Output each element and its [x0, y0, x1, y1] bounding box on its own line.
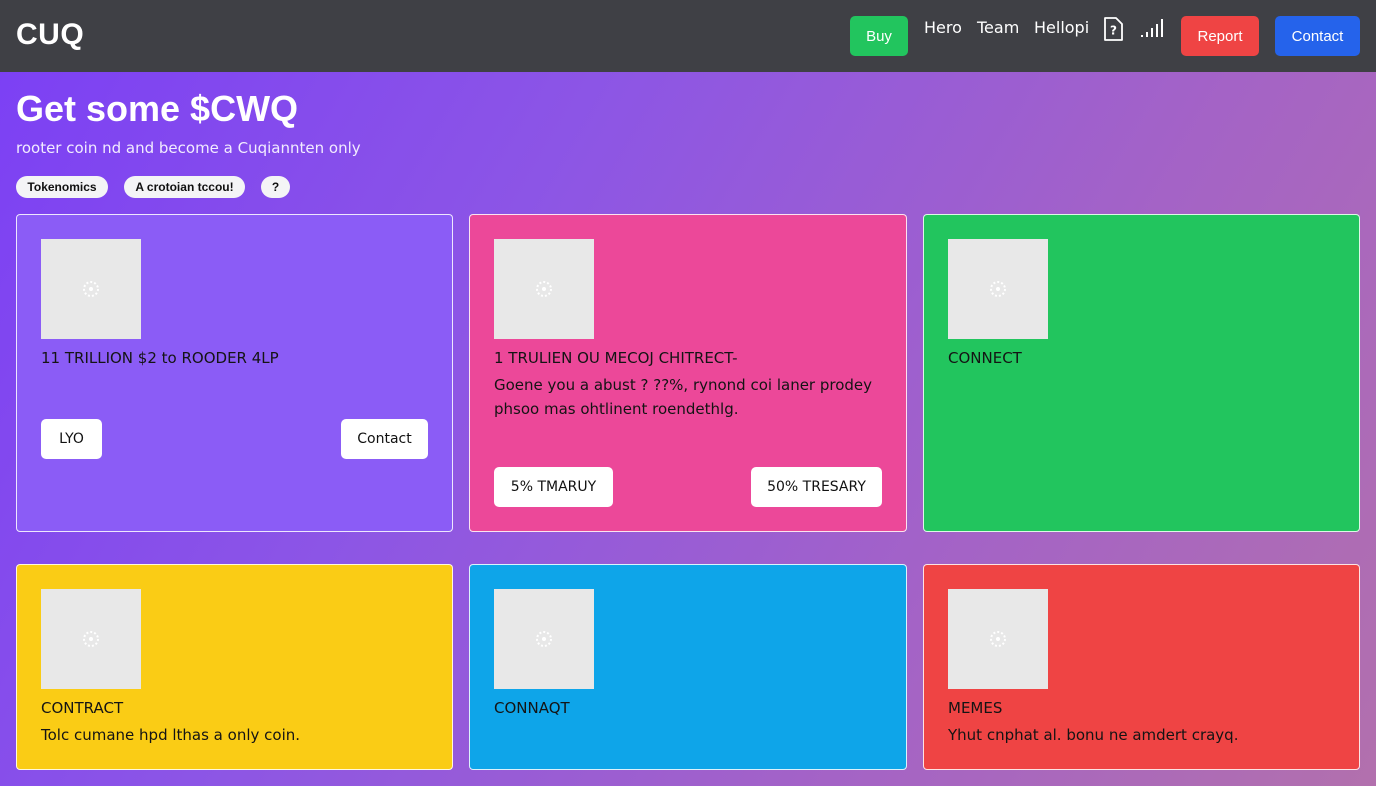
card-image — [948, 589, 1048, 689]
image-placeholder-icon — [990, 281, 1006, 297]
card-title: 1 TRULIEN OU MECOJ CHITRECT- — [494, 349, 738, 367]
card-contact-button[interactable]: Contact — [341, 419, 428, 459]
svg-text:?: ? — [1110, 24, 1117, 38]
site-logo[interactable]: CUQ — [16, 18, 84, 52]
pill-tokenomics[interactable]: Tokenomics — [16, 176, 108, 198]
card-title: CONNECT — [948, 349, 1022, 367]
tresary-button[interactable]: 50% TRESARY — [751, 467, 882, 507]
card-title: 11 TRILLION $2 to ROODER 4LP — [41, 349, 279, 367]
tmaruy-button[interactable]: 5% TMARUY — [494, 467, 613, 507]
card-image — [41, 589, 141, 689]
nav-link-team[interactable]: Team — [977, 18, 1019, 37]
image-placeholder-icon — [83, 281, 99, 297]
pill-crotoian[interactable]: A crotoian tccou! — [124, 176, 245, 198]
card-image — [494, 589, 594, 689]
report-button[interactable]: Report — [1181, 16, 1259, 56]
contact-button[interactable]: Contact — [1275, 16, 1360, 56]
card-trulien: 1 TRULIEN OU MECOJ CHITRECT- Goene you a… — [469, 214, 907, 532]
card-description: Goene you a abust ? ??%, rynond coi lane… — [494, 376, 873, 418]
card-connaqt: CONNAQT — [469, 564, 907, 770]
card-description: Yhut cnphat al. bonu ne amdert crayq. — [948, 726, 1239, 744]
card-description: Tolc cumane hpd lthas a only coin. — [41, 726, 301, 744]
image-placeholder-icon — [536, 281, 552, 297]
card-trillion: 11 TRILLION $2 to ROODER 4LP LYO Contact — [16, 214, 453, 532]
card-image — [41, 239, 141, 339]
card-title: CONTRACT — [41, 699, 124, 717]
card-title: MEMES — [948, 699, 1003, 717]
card-title: CONNAQT — [494, 699, 570, 717]
card-connect: CONNECT — [923, 214, 1360, 532]
nav-link-hellopi[interactable]: Hellopi — [1034, 18, 1089, 37]
document-question-icon[interactable]: ? — [1102, 17, 1124, 41]
nav-link-hero[interactable]: Hero — [924, 18, 962, 37]
card-image — [948, 239, 1048, 339]
hero-subtitle: rooter coin nd and become a Cuqiannten o… — [16, 139, 361, 157]
image-placeholder-icon — [536, 631, 552, 647]
card-memes: MEMES Yhut cnphat al. bonu ne amdert cra… — [923, 564, 1360, 770]
pill-question[interactable]: ? — [261, 176, 290, 198]
buy-button[interactable]: Buy — [850, 16, 908, 56]
card-contract: CONTRACT Tolc cumane hpd lthas a only co… — [16, 564, 453, 770]
top-nav-bar: CUQ Buy Hero Team Hellopi ? Report Conta… — [0, 0, 1376, 72]
image-placeholder-icon — [990, 631, 1006, 647]
image-placeholder-icon — [83, 631, 99, 647]
lyo-button[interactable]: LYO — [41, 419, 102, 459]
hero-title: Get some $CWQ — [16, 88, 299, 129]
signal-bars-icon[interactable] — [1140, 18, 1166, 38]
card-image — [494, 239, 594, 339]
